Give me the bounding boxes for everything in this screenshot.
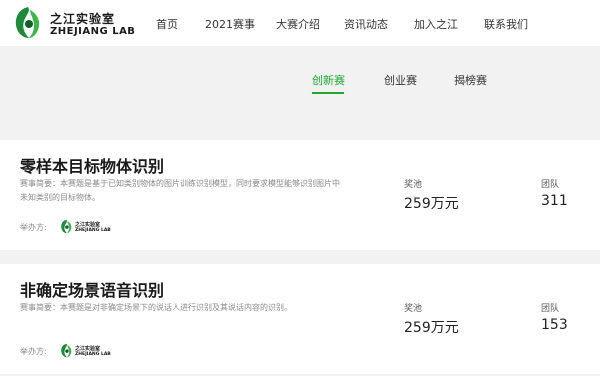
- prize-pool-label: 奖池: [404, 180, 423, 190]
- brand-name-en: ZHEJIANG LAB: [50, 26, 136, 37]
- competition-card[interactable]: 非确定场景语音识别 赛事简要：本赛题是对非确定场景下的说话人进行识别及其说话内容…: [0, 264, 600, 374]
- organizer-logo: 之江实验室 ZHEJIANG LAB: [60, 342, 111, 362]
- zhejiang-lab-logo-icon: [61, 219, 72, 234]
- active-tab-indicator: [312, 92, 344, 94]
- competition-title[interactable]: 非确定场景语音识别: [20, 277, 164, 301]
- tab-challenge[interactable]: 揭榜赛: [454, 72, 487, 88]
- top-nav-bar: 之江实验室 ZHEJIANG LAB 首页 2021赛事 大赛介绍 资讯动态 加…: [0, 0, 600, 46]
- prize-pool-value: 259万元: [404, 320, 459, 336]
- team-count-label: 团队: [541, 180, 560, 190]
- team-count-label: 团队: [541, 304, 560, 314]
- competition-card[interactable]: 零样本目标物体识别 赛事简要：本赛题是基于已知类别物体的图片训练识别模型，同时要…: [0, 140, 600, 250]
- nav-home[interactable]: 首页: [156, 16, 178, 32]
- brand-logo-link[interactable]: 之江实验室 ZHEJIANG LAB: [13, 5, 135, 41]
- organizer-logo-en: ZHEJIANG LAB: [75, 352, 111, 357]
- competition-title[interactable]: 零样本目标物体识别: [20, 153, 164, 177]
- brand-name-cn: 之江实验室: [50, 12, 116, 26]
- organizer-logo-en: ZHEJIANG LAB: [75, 228, 111, 233]
- competition-description: 赛事简要：本赛题是对非确定场景下的说话人进行识别及其说话内容的识别。: [20, 303, 292, 312]
- organizer-logo: 之江实验室 ZHEJIANG LAB: [60, 218, 111, 238]
- team-count-value: 311: [541, 193, 568, 209]
- zhejiang-lab-logo-icon: [15, 7, 40, 38]
- organizer-logo-cn: 之江实验室: [75, 222, 101, 228]
- tab-innovation[interactable]: 创新赛: [312, 72, 345, 88]
- nav-news[interactable]: 资讯动态: [344, 16, 388, 32]
- nav-contact-us[interactable]: 联系我们: [484, 16, 528, 32]
- organizer-label: 举办方:: [20, 347, 47, 356]
- nav-2021-events[interactable]: 2021赛事: [205, 16, 255, 32]
- zhejiang-lab-logo-icon: [61, 343, 72, 358]
- nav-join-us[interactable]: 加入之江: [414, 16, 458, 32]
- prize-pool-value: 259万元: [404, 196, 459, 212]
- team-count-value: 153: [541, 317, 568, 333]
- nav-about-competition[interactable]: 大赛介绍: [276, 16, 320, 32]
- competition-description: 赛事简要：本赛题是基于已知类别物体的图片训练识别模型，同时要求模型能够识别图片中…: [20, 179, 340, 202]
- prize-pool-label: 奖池: [404, 304, 423, 314]
- organizer-label: 举办方:: [20, 223, 47, 232]
- organizer-logo-cn: 之江实验室: [75, 346, 101, 352]
- tab-startup[interactable]: 创业赛: [384, 72, 417, 88]
